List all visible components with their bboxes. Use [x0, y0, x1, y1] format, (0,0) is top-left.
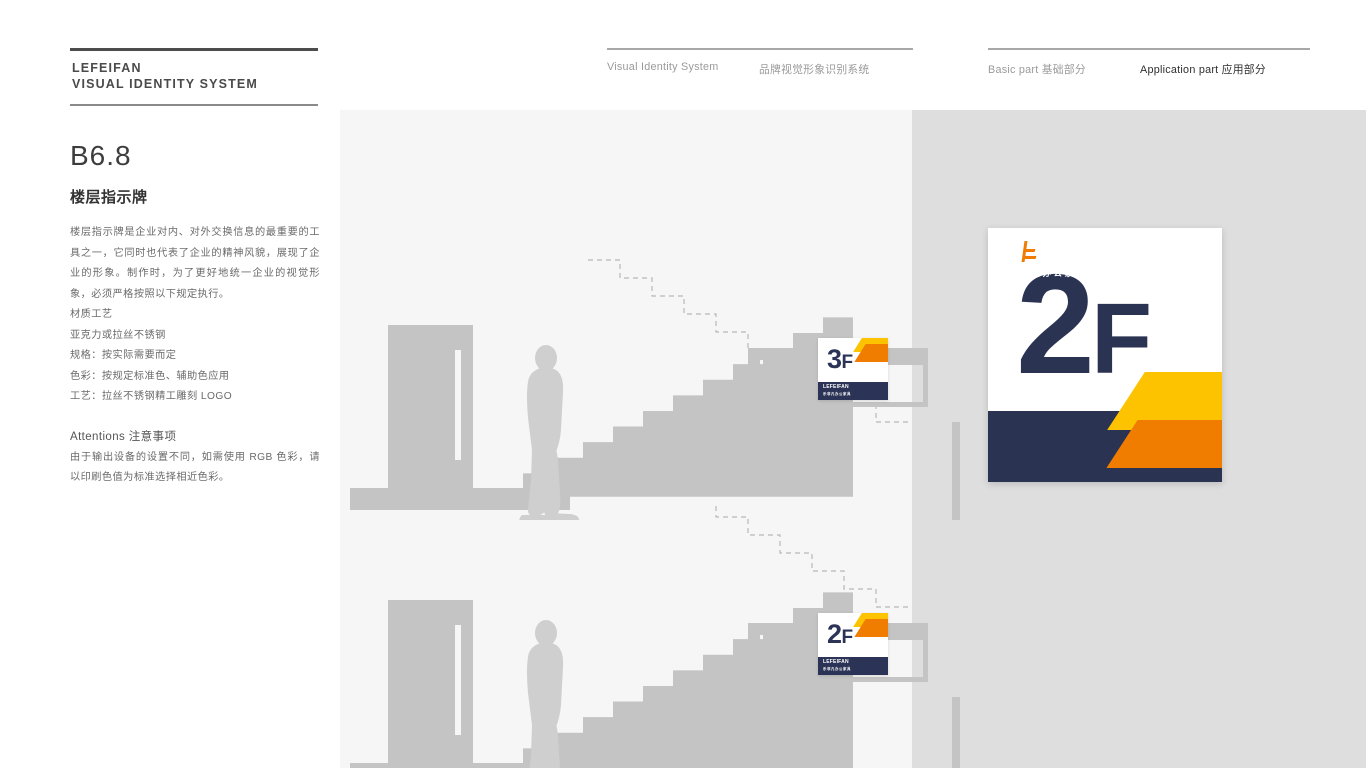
spec-item: 亚克力或拉丝不锈钢: [70, 329, 166, 341]
logo-letters-rest: FEIFAN: [1038, 241, 1116, 264]
spec-item: 工艺：拉丝不锈钢精工雕刻 LOGO: [70, 391, 233, 402]
nav-item-visual-identity-system[interactable]: Visual Identity System: [607, 61, 759, 77]
description-paragraph: 楼层指示牌是企业对内、对外交换信息的最重要的工具之一，它同时也代表了企业的精神风…: [70, 227, 320, 300]
floor-sign-3f-logo-bar: LEFEIFAN 乐非凡办公家具: [818, 382, 888, 400]
sidebar-content: B6.8 楼层指示牌 楼层指示牌是企业对内、对外交换信息的最重要的工具之一，它同…: [70, 140, 320, 489]
floor-sign-2f-number: 2F: [827, 619, 854, 649]
floor-sign-2f-mounted: 2F LEFEIFAN 乐非凡办公家具: [818, 613, 888, 675]
vi-manual-page: LEFEIFAN VISUAL IDENTITY SYSTEM Visual I…: [0, 0, 1366, 768]
page-title: 楼层指示牌: [70, 189, 148, 206]
brand-subtitle-en: VISUAL IDENTITY SYSTEM: [72, 77, 258, 91]
logo-wordmark: LEFEIFAN: [823, 384, 849, 390]
stair-scene-upper: [340, 230, 1060, 520]
nav-group-parts: Basic part 基础部分 Application part 应用部分: [988, 48, 1310, 77]
logo-wordmark: LEFEIFAN: [823, 659, 849, 665]
logo-submark: 乐非凡办公家具: [823, 391, 851, 396]
page-code: B6.8: [70, 140, 132, 171]
logo-wordmark: L FEIFAN: [1010, 241, 1115, 264]
brand-logo-lockup: L FEIFAN 乐非凡办公家具: [1010, 241, 1115, 279]
stair-illustration: [350, 505, 960, 768]
floor-sign-2f-letter: F: [841, 627, 854, 648]
brand-names: LEFEIFAN VISUAL IDENTITY SYSTEM: [70, 51, 318, 98]
spec-item: 材质工艺: [70, 309, 113, 320]
attentions-body: 由于输出设备的设置不同，如需使用 RGB 色彩，请以印刷色值为标准选择相近色彩。: [70, 451, 320, 484]
stair-scene-lower: [340, 505, 1060, 768]
stair-illustration: [350, 259, 960, 520]
nav-item-application-part[interactable]: Application part 应用部分: [1140, 61, 1266, 77]
floor-sign-3f-mounted: 3F LEFEIFAN 乐非凡办公家具: [818, 338, 888, 400]
floor-sign-3f-number: 3F: [827, 344, 854, 374]
logo-submark: 乐非凡办公家具: [823, 666, 851, 671]
spec-item: 色彩：按规定标准色、辅助色应用: [70, 370, 230, 382]
nav-item-visual-identity-system-zh[interactable]: 品牌视觉形象识别系统: [759, 61, 869, 77]
brand-header: LEFEIFAN VISUAL IDENTITY SYSTEM: [70, 48, 318, 106]
floor-sign-2f-detail: 2F L FEIFAN 乐非凡办公家具: [988, 228, 1222, 482]
floor-sign-2f-logo-bar: LEFEIFAN 乐非凡办公家具: [818, 657, 888, 675]
floor-sign-3f-letter: F: [841, 352, 854, 373]
brand-rule-bottom: [70, 104, 318, 106]
spec-item: 规格：按实际需要而定: [70, 350, 177, 361]
logo-submark: 乐非凡办公家具: [1010, 268, 1087, 278]
spec-list: 材质工艺 亚克力或拉丝不锈钢 规格：按实际需要而定 色彩：按规定标准色、辅助色应…: [70, 305, 320, 408]
nav-group-system: Visual Identity System 品牌视觉形象识别系统: [607, 48, 913, 77]
nav-item-basic-part[interactable]: Basic part 基础部分: [988, 61, 1140, 77]
attentions-title: Attentions 注意事项: [70, 430, 177, 443]
attentions-block: Attentions 注意事项 由于输出设备的设置不同，如需使用 RGB 色彩，…: [70, 428, 320, 489]
brand-name-en: LEFEIFAN: [72, 61, 142, 75]
logo-e-icon: [1021, 241, 1038, 262]
